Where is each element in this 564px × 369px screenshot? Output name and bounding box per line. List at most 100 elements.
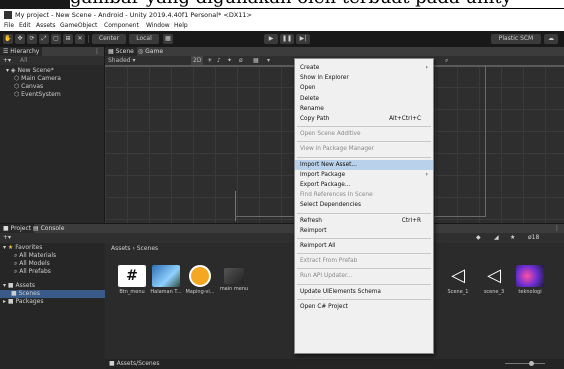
menu-item-label: Export Package... xyxy=(300,182,351,188)
tree-scenes[interactable]: ■ Scenes xyxy=(0,290,115,298)
icon-size-slider[interactable] xyxy=(505,363,545,364)
menu-item-label: Reimport xyxy=(300,227,327,234)
grid-snap-icon[interactable]: ▦ xyxy=(163,34,173,44)
asset-item[interactable]: ◁ scene_3 xyxy=(477,265,511,299)
menu-item-import-package[interactable]: Import Package › xyxy=(295,170,433,180)
search-by-type-icon[interactable]: ◆ xyxy=(476,233,481,243)
asset-item[interactable]: main menu xyxy=(217,265,251,299)
tab-game-label: Game xyxy=(145,48,164,55)
menu-separator xyxy=(297,212,431,214)
menu-gameobject[interactable]: GameObject xyxy=(60,21,97,31)
hierarchy-item-eventsystem[interactable]: ⬡ EventSystem xyxy=(0,91,118,99)
hand-tool-icon[interactable]: ✋ xyxy=(3,34,13,44)
audio-icon[interactable]: ♪ xyxy=(217,56,221,65)
tree-all-prefabs[interactable]: ⌕ All Prefabs xyxy=(0,268,118,276)
asset-item[interactable]: teknologi xyxy=(513,265,547,299)
menu-item-shortcut: Ctrl+R xyxy=(401,217,421,224)
menu-item-refresh[interactable]: Refresh Ctrl+R xyxy=(295,216,433,226)
pivot-center-toggle[interactable]: Center xyxy=(92,34,126,44)
pause-button-icon[interactable]: ❚❚ xyxy=(280,34,294,44)
scene-header: ▦ Scene ◎ Game xyxy=(105,47,564,56)
menu-item-show-in-explorer[interactable]: Show in Explorer xyxy=(295,73,433,83)
hidden-count-icon[interactable]: ø xyxy=(239,56,243,65)
asset-item[interactable]: ◁ Scene_1 xyxy=(441,265,475,299)
menu-item-reimport[interactable]: Reimport xyxy=(295,226,433,236)
breadcrumb-scenes[interactable]: Scenes xyxy=(137,245,158,252)
panel-menu-icon[interactable]: ⋮ xyxy=(94,47,100,56)
tree-favorites[interactable]: ▾ ★ Favorites xyxy=(0,244,107,252)
effects-icon[interactable]: ✦ xyxy=(227,56,232,65)
custom-tool-icon[interactable]: ✕ xyxy=(75,34,85,44)
menu-item-reimport-all[interactable]: Reimport All xyxy=(295,241,433,251)
search-by-label-icon[interactable]: ◢ xyxy=(494,233,499,243)
hidden-packages-icon[interactable]: ø18 xyxy=(528,233,539,243)
unity-scene-icon: ◁ xyxy=(487,265,501,286)
rect-tool-icon[interactable]: ▢ xyxy=(51,34,61,44)
grid-visibility-icon[interactable]: ▦ xyxy=(253,56,259,65)
plastic-scm-button[interactable]: Plastic SCM xyxy=(491,34,541,44)
image-thumbnail-icon xyxy=(516,265,544,287)
menu-item-copy-path[interactable]: Copy Path Alt+Ctrl+C xyxy=(295,114,433,124)
menu-item-export-package[interactable]: Export Package... xyxy=(295,180,433,190)
2d-toggle[interactable]: 2D xyxy=(191,56,204,65)
menu-component[interactable]: Component xyxy=(104,21,139,31)
menu-assets[interactable]: Assets xyxy=(36,21,56,31)
menu-item-rename[interactable]: Rename xyxy=(295,104,433,114)
favorite-star-icon[interactable]: ★ xyxy=(510,233,515,243)
add-object-button[interactable]: +▾ xyxy=(3,56,11,65)
menu-item-create[interactable]: Create › xyxy=(295,63,433,73)
step-button-icon[interactable]: ▶| xyxy=(296,34,310,44)
menu-item-select-dependencies[interactable]: Select Dependencies xyxy=(295,200,433,210)
play-button-icon[interactable]: ▶ xyxy=(264,34,278,44)
tree-all-models[interactable]: ⌕ All Models xyxy=(0,260,118,268)
tab-project[interactable]: ■ Project xyxy=(0,224,35,233)
menu-item-delete[interactable]: Delete xyxy=(295,94,433,104)
gizmos-dropdown-icon[interactable]: ▾ xyxy=(267,56,270,65)
tree-packages-label: Packages xyxy=(15,298,44,305)
2d-toggle-label: 2D xyxy=(193,57,202,64)
menu-item-open[interactable]: Open xyxy=(295,83,433,93)
tree-all-materials[interactable]: ⌕ All Materials xyxy=(0,252,118,260)
menu-item-label: Open C# Project xyxy=(300,303,348,310)
scale-tool-icon[interactable]: ⤢ xyxy=(39,34,49,44)
icon-size-slider-thumb[interactable] xyxy=(529,361,534,366)
menu-window[interactable]: Window xyxy=(146,21,170,31)
breadcrumb-assets[interactable]: Assets xyxy=(111,245,131,252)
tab-hierarchy[interactable]: ☰ Hierarchy xyxy=(0,47,43,56)
scene-search-icon[interactable]: ⌕ xyxy=(445,56,448,65)
menu-help[interactable]: Help xyxy=(174,21,188,31)
lighting-icon[interactable]: ☀ xyxy=(207,56,212,65)
menu-item-label: Update UIElements Schema xyxy=(300,288,381,295)
menu-item-label: Copy Path xyxy=(300,116,330,122)
main-toolbar: ✋ ✥ ⟳ ⤢ ▢ ⊞ ✕ Center Local ▦ ▶ ❚❚ ▶| Pla… xyxy=(0,31,564,48)
menu-item-run-api-updater: Run API Updater... xyxy=(295,271,433,281)
tab-game[interactable]: ◎ Game xyxy=(135,47,166,56)
asset-item[interactable]: # Btn_menu xyxy=(115,265,149,299)
asset-item[interactable]: Halaman T... xyxy=(149,265,183,299)
pivot-center-label: Center xyxy=(98,35,120,42)
space-local-toggle[interactable]: Local xyxy=(129,34,159,44)
asset-item[interactable]: Maping-vi... xyxy=(183,265,217,299)
hierarchy-item-canvas[interactable]: ⬡ Canvas xyxy=(0,83,118,91)
menu-item-open-c-project[interactable]: Open C# Project xyxy=(295,302,433,312)
hierarchy-item-main-camera[interactable]: ⬡ Main Camera xyxy=(0,75,118,83)
tab-console[interactable]: ▤ Console xyxy=(30,224,67,233)
menu-item-label: Import Package xyxy=(300,171,346,178)
submenu-arrow-icon: › xyxy=(425,171,428,178)
hierarchy-item-scene[interactable]: ▾ ◈ New Scene* xyxy=(0,67,110,75)
transform-tool-icon[interactable]: ⊞ xyxy=(63,34,73,44)
menu-file[interactable]: File xyxy=(4,21,14,31)
menu-edit[interactable]: Edit xyxy=(19,21,31,31)
shading-mode-dropdown[interactable]: Shaded ▾ xyxy=(108,56,136,65)
tree-assets[interactable]: ▾ ■ Assets xyxy=(0,282,107,290)
create-asset-button[interactable]: +▾ xyxy=(3,233,11,243)
tab-scene[interactable]: ▦ Scene xyxy=(105,47,137,56)
account-icon[interactable]: ☁ xyxy=(544,34,558,44)
project-menu-icon[interactable]: ⋮ xyxy=(554,224,560,233)
rotate-tool-icon[interactable]: ⟳ xyxy=(27,34,37,44)
menu-item-import-new-asset[interactable]: Import New Asset... xyxy=(295,159,433,170)
move-tool-icon[interactable]: ✥ xyxy=(15,34,25,44)
tree-packages[interactable]: ▸ ■ Packages xyxy=(0,298,107,306)
hierarchy-search-input[interactable]: All xyxy=(20,56,27,65)
menu-item-update-uielements-schema[interactable]: Update UIElements Schema xyxy=(295,287,433,297)
